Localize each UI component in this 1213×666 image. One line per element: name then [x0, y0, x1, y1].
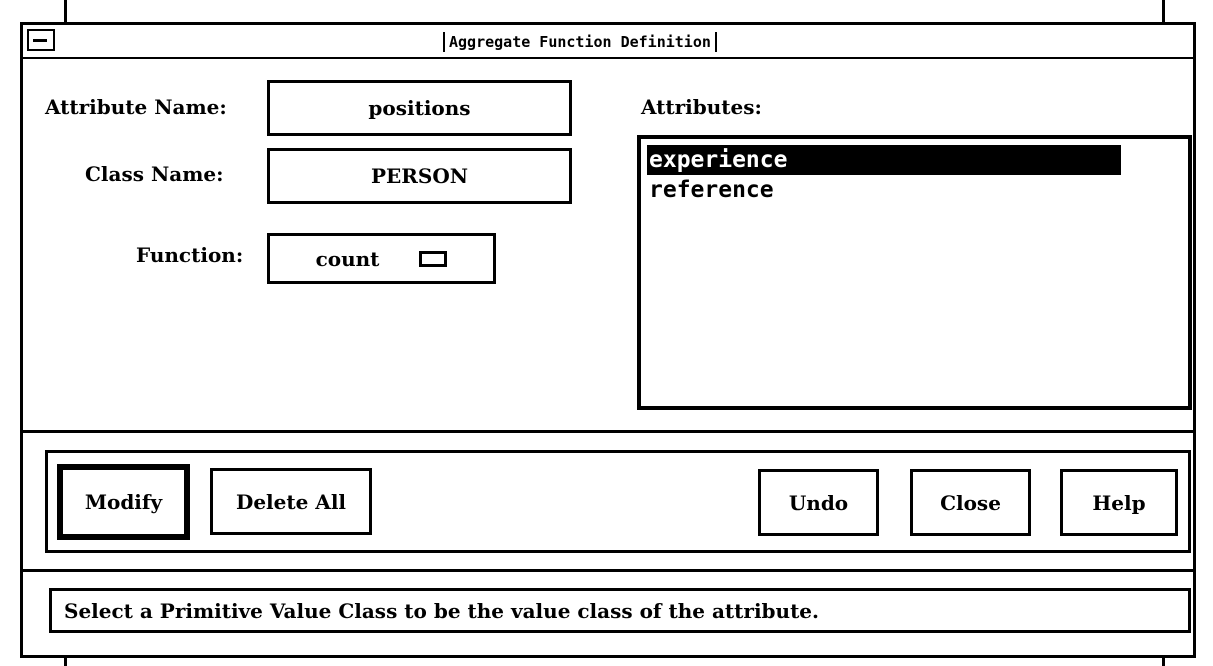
close-button[interactable]: Close — [910, 469, 1031, 536]
title-bar[interactable]: Aggregate Function Definition — [23, 25, 1193, 59]
option-menu-indicator-icon — [419, 250, 448, 267]
undo-button-label: Undo — [788, 490, 849, 515]
window-menu-icon[interactable] — [27, 29, 55, 51]
window-frame-edge — [1162, 658, 1165, 666]
list-item[interactable]: experience — [647, 145, 1121, 175]
help-button-label: Help — [1092, 490, 1146, 515]
button-panel: Modify Delete All Undo Close Help — [45, 450, 1191, 553]
aggregate-function-dialog: Aggregate Function Definition Attribute … — [20, 22, 1196, 658]
function-label: Function: — [136, 243, 244, 267]
class-name-field[interactable]: PERSON — [267, 148, 572, 204]
attribute-name-field[interactable]: positions — [267, 80, 572, 136]
class-name-label: Class Name: — [85, 162, 224, 186]
delete-all-button-label: Delete All — [235, 489, 347, 514]
attributes-list[interactable]: experience reference — [637, 135, 1192, 410]
separator — [23, 569, 1193, 572]
function-value: count — [315, 246, 380, 271]
help-button[interactable]: Help — [1060, 469, 1178, 536]
window-frame-edge — [64, 658, 67, 666]
list-item[interactable]: reference — [647, 175, 1182, 205]
undo-button[interactable]: Undo — [758, 469, 879, 536]
modify-button-label: Modify — [84, 490, 163, 514]
status-message-area: Select a Primitive Value Class to be the… — [49, 588, 1191, 633]
delete-all-button[interactable]: Delete All — [210, 468, 372, 535]
modify-button[interactable]: Modify — [57, 464, 190, 540]
attribute-name-value: positions — [368, 96, 471, 120]
window-frame-edge — [1162, 0, 1165, 22]
attributes-label: Attributes: — [641, 95, 762, 119]
window-frame-edge — [64, 0, 67, 22]
function-option-menu[interactable]: count — [267, 233, 496, 284]
close-button-label: Close — [940, 490, 1001, 515]
separator — [23, 430, 1193, 433]
class-name-value: PERSON — [370, 164, 469, 188]
attribute-name-label: Attribute Name: — [45, 95, 227, 119]
window-title: Aggregate Function Definition — [443, 32, 717, 52]
status-message: Select a Primitive Value Class to be the… — [64, 598, 819, 623]
